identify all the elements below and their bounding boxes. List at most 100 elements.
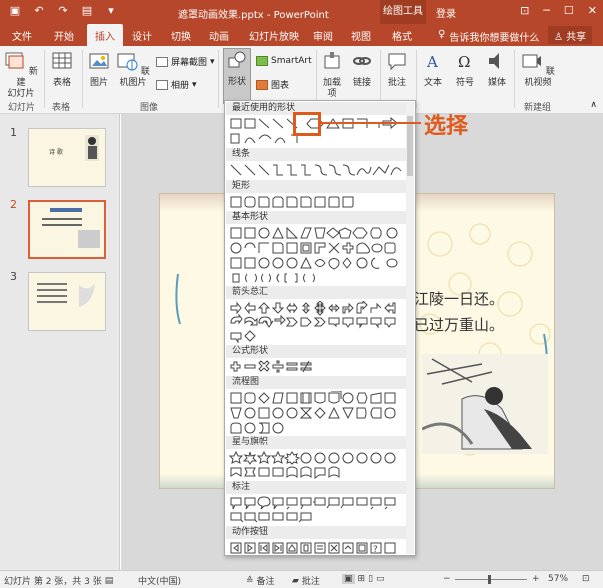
picture-icon [89,53,109,69]
tell-me-box[interactable]: ♀ 告诉我你想要做什么 [438,29,539,44]
reading-view-icon[interactable]: ▯ [368,574,373,584]
shapes-icon [228,51,246,68]
customize-qat-icon[interactable]: ▾ [104,4,118,17]
tab-animations[interactable]: 动画 [209,28,229,43]
media-label: 媒体 [487,78,506,88]
action-button-shapes[interactable]: ? [229,541,405,555]
ribbon-display-options-icon[interactable]: ⊡ [520,4,529,17]
picture-button[interactable]: 图片 [86,50,112,89]
slide-thumbnail-1[interactable]: 诗 歌 [28,128,106,187]
undo-icon[interactable]: ↶ [32,4,46,17]
section-action-buttons: 动作按钮 [226,526,414,539]
fit-slide-icon[interactable]: ⊡ [582,574,590,584]
group-label-images: 图像 [140,103,159,113]
tell-me-text: 告诉我你想要做什么 [449,33,540,44]
login-link[interactable]: 登录 [436,5,456,20]
slide-number: 1 [10,126,17,139]
screenshot-icon [156,56,168,67]
chart-button[interactable]: 图表 [256,78,289,91]
tab-slideshow[interactable]: 幻灯片放映 [249,28,299,43]
basic-shapes[interactable] [229,226,405,284]
slide-thumbnail-2[interactable] [28,200,106,259]
zoom-slider[interactable] [455,579,527,580]
spell-check-icon[interactable]: ▤ [105,576,114,586]
flowchart-shapes[interactable] [229,391,405,435]
slide-thumbnail-3[interactable] [28,272,106,331]
link-button[interactable]: 链接 [350,50,374,89]
smartart-icon [256,56,268,66]
comments-button[interactable]: ▰ 批注 [292,574,320,588]
ribbon-separator [416,50,417,108]
link-label: 链接 [352,78,371,88]
smartart-label: SmartArt [271,56,312,66]
notes-button[interactable]: ≙ 备注 [246,574,275,588]
zoom-level[interactable]: 57% [548,574,568,584]
tab-home[interactable]: 开始 [54,28,74,43]
window-controls: ⊡ ─ ☐ ✕ [520,4,597,17]
thumb-content [42,208,100,248]
maximize-icon[interactable]: ☐ [564,4,574,17]
online-picture-button[interactable]: 联机图片 [114,50,152,89]
slide-number: 3 [10,270,17,283]
thumb-content [37,283,95,307]
redo-icon[interactable]: ↷ [56,4,70,17]
tab-insert[interactable]: 插入 [87,24,123,46]
smartart-button[interactable]: SmartArt [256,56,312,66]
tab-review[interactable]: 审阅 [313,28,333,43]
online-video-button[interactable]: 联机视频 [518,50,558,89]
collapse-ribbon-icon[interactable]: ∧ [590,100,597,110]
slideshow-view-icon[interactable]: ▭ [376,574,385,584]
tab-view[interactable]: 视图 [351,28,371,43]
user-icon: ♙ [554,32,563,43]
gallery-scrollbar[interactable] [406,102,414,554]
tab-transitions[interactable]: 切换 [171,28,191,43]
slide-info-text: 幻灯片 第 2 张，共 3 张 [4,577,102,587]
new-slide-button[interactable]: 新建 幻灯片 [4,50,38,100]
tab-file[interactable]: 文件 [12,28,32,43]
screenshot-button[interactable]: 屏幕截图 ▾ [156,55,215,68]
stars-banners-grid [229,451,405,479]
zoom-in-icon[interactable]: + [532,574,540,584]
chart-icon [256,79,268,90]
comment-button[interactable]: 批注 [384,50,410,89]
normal-view-icon[interactable]: ▣ [342,574,355,584]
section-basic-shapes: 基本形状 [226,211,414,224]
close-icon[interactable]: ✕ [588,4,597,17]
symbol-label: 符号 [455,78,474,88]
block-arrows-grid [229,301,405,343]
svg-text:?: ? [373,545,378,555]
rectangle-shapes[interactable] [229,195,405,209]
scrollbar-thumb[interactable] [407,116,413,176]
poet-painting-image [422,354,548,454]
line-shapes[interactable] [229,163,405,177]
minimize-icon[interactable]: ─ [543,4,550,17]
text-icon: A [426,53,438,71]
start-from-beginning-icon[interactable]: ▤ [80,4,94,17]
album-button[interactable]: 相册 ▾ [156,78,197,91]
shapes-label: 形状 [227,77,246,87]
zoom-slider-handle[interactable] [488,575,491,584]
language-indicator[interactable]: 中文(中国) [138,574,181,587]
media-button[interactable]: 媒体 [484,50,510,89]
text-button[interactable]: A 文本 [420,50,446,89]
shapes-button[interactable]: 形状 [223,48,251,104]
block-arrow-shapes[interactable] [229,301,405,343]
quick-access-toolbar: ▣ ↶ ↷ ▤ ▾ [8,4,118,17]
tab-format[interactable]: 格式 [392,28,412,43]
slide-sorter-icon[interactable]: ⊞ [358,574,366,584]
comment-label: 批注 [387,78,406,88]
save-icon[interactable]: ▣ [8,4,22,17]
table-label: 表格 [52,78,71,88]
group-label-newgroup: 新建组 [524,103,552,113]
table-button[interactable]: 表格 [48,50,76,89]
callout-shapes[interactable] [229,496,405,524]
context-tab-drawing-tools: 绘图工具 [380,0,426,24]
callout-label: 选择 [424,114,469,139]
star-banner-shapes[interactable] [229,451,405,479]
share-button[interactable]: ♙ 共享 [548,26,593,44]
zoom-out-icon[interactable]: − [443,574,451,584]
tab-design[interactable]: 设计 [132,28,152,43]
symbol-button[interactable]: Ω 符号 [452,50,478,89]
addins-button[interactable]: 加载 项 [320,50,344,100]
equation-shapes[interactable] [229,360,405,374]
